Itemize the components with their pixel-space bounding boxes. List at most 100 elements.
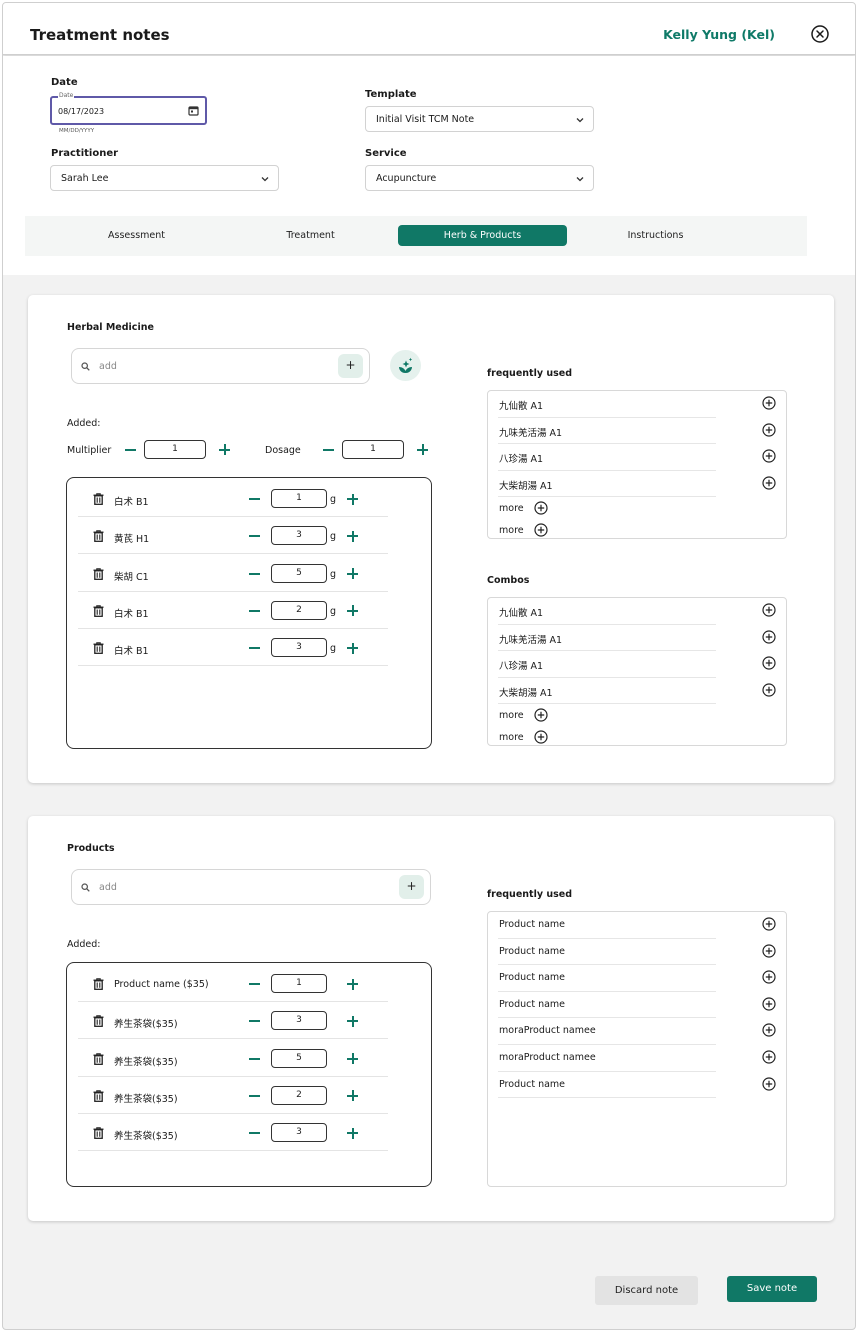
add-circle-icon[interactable] <box>762 476 776 490</box>
qty-input[interactable]: 2 <box>271 1085 327 1105</box>
trash-icon[interactable] <box>93 1090 104 1102</box>
qty-input[interactable]: 1 <box>271 489 327 508</box>
suggestion-item[interactable]: Product name <box>498 939 776 966</box>
tab-instructions[interactable]: Instructions <box>571 225 740 246</box>
trash-icon[interactable] <box>93 530 104 543</box>
add-circle-icon[interactable] <box>762 656 776 670</box>
decrease-qty-button[interactable] <box>249 1132 260 1135</box>
decrease-qty-button[interactable] <box>249 647 260 650</box>
suggestion-item[interactable]: Product name <box>498 912 776 939</box>
close-icon[interactable] <box>811 25 829 43</box>
add-circle-icon[interactable] <box>762 1076 776 1091</box>
dosage-increase-button[interactable] <box>417 444 428 455</box>
add-product-button[interactable]: + <box>399 875 424 899</box>
decrease-qty-button[interactable] <box>249 1020 260 1023</box>
calendar-icon[interactable] <box>188 105 199 116</box>
patient-name-link[interactable]: Kelly Yung (Kel) <box>663 27 775 42</box>
trash-icon[interactable] <box>93 1127 104 1140</box>
qty-input[interactable]: 3 <box>271 526 327 546</box>
item-name: 白术 B1 <box>114 608 149 620</box>
increase-qty-button[interactable] <box>347 605 358 617</box>
trash-icon[interactable] <box>93 567 104 580</box>
decrease-qty-button[interactable] <box>249 1094 260 1097</box>
suggestion-item[interactable]: Product name <box>498 965 776 992</box>
dosage-decrease-button[interactable] <box>323 449 334 451</box>
multiplier-input[interactable]: 1 <box>144 440 206 459</box>
add-circle-icon[interactable] <box>762 1023 776 1037</box>
suggestion-item[interactable]: 九味羌活湯 A1 <box>498 625 776 652</box>
increase-qty-button[interactable] <box>347 568 358 580</box>
add-circle-icon[interactable] <box>762 629 776 644</box>
tab-assessment[interactable]: Assessment <box>52 225 221 246</box>
increase-qty-button[interactable] <box>347 1053 358 1065</box>
tab-herb-products[interactable]: Herb & Products <box>398 225 567 246</box>
suggestion-item[interactable]: Product name <box>498 992 776 1019</box>
decrease-qty-button[interactable] <box>249 1057 260 1060</box>
qty-input[interactable]: 3 <box>271 1123 327 1143</box>
trash-icon[interactable] <box>93 978 104 990</box>
ai-suggest-button[interactable] <box>390 350 421 381</box>
increase-qty-button[interactable] <box>347 1015 358 1027</box>
qty-input[interactable]: 1 <box>271 974 327 993</box>
add-circle-icon[interactable] <box>762 1050 776 1064</box>
qty-input[interactable]: 3 <box>271 638 327 658</box>
increase-qty-button[interactable] <box>347 530 358 542</box>
increase-qty-button[interactable] <box>347 1090 358 1102</box>
qty-input[interactable]: 2 <box>271 600 327 620</box>
trash-icon[interactable] <box>93 605 104 617</box>
practitioner-select[interactable]: Sarah Lee <box>50 165 279 191</box>
increase-qty-button[interactable] <box>347 493 358 505</box>
suggestion-item[interactable]: Product name <box>498 1072 776 1099</box>
decrease-qty-button[interactable] <box>249 572 260 575</box>
date-field[interactable]: Date 08/17/2023 <box>50 92 207 125</box>
qty-input[interactable]: 5 <box>271 563 327 583</box>
add-circle-icon[interactable] <box>762 943 776 958</box>
add-circle-icon[interactable] <box>534 730 548 744</box>
dosage-input[interactable]: 1 <box>342 440 404 459</box>
increase-qty-button[interactable] <box>347 978 358 990</box>
add-circle-icon[interactable] <box>762 422 776 437</box>
decrease-qty-button[interactable] <box>249 609 260 612</box>
multiplier-increase-button[interactable] <box>219 444 230 455</box>
suggestion-item[interactable]: 九仙散 A1 <box>498 598 776 625</box>
add-circle-icon[interactable] <box>762 396 776 410</box>
add-circle-icon[interactable] <box>762 917 776 931</box>
add-circle-icon[interactable] <box>762 970 776 984</box>
suggestion-item[interactable]: 九仙散 A1 <box>498 391 776 418</box>
qty-input[interactable]: 3 <box>271 1011 327 1031</box>
add-circle-icon[interactable] <box>762 603 776 617</box>
suggestion-item[interactable]: moraProduct namee <box>498 1018 776 1045</box>
add-herb-button[interactable]: + <box>338 354 363 378</box>
suggestion-item[interactable]: 八珍湯 A1 <box>498 444 776 471</box>
trash-icon[interactable] <box>93 1052 104 1065</box>
add-circle-icon[interactable] <box>534 501 548 515</box>
decrease-qty-button[interactable] <box>249 498 260 500</box>
trash-icon[interactable] <box>93 642 104 655</box>
qty-input[interactable]: 5 <box>271 1048 327 1068</box>
add-circle-icon[interactable] <box>534 523 548 537</box>
multiplier-decrease-button[interactable] <box>125 449 136 451</box>
herb-search-input[interactable]: add + <box>71 348 370 384</box>
suggestion-item[interactable]: 八珍湯 A1 <box>498 651 776 678</box>
trash-icon[interactable] <box>93 493 104 505</box>
save-note-button[interactable]: Save note <box>727 1276 817 1302</box>
add-circle-icon[interactable] <box>534 708 548 722</box>
suggestion-item[interactable]: 大柴胡湯 A1 <box>498 678 776 705</box>
template-select[interactable]: Initial Visit TCM Note <box>365 106 594 132</box>
product-search-input[interactable]: add + <box>71 869 431 905</box>
add-circle-icon[interactable] <box>762 683 776 697</box>
suggestion-item[interactable]: moraProduct namee <box>498 1045 776 1072</box>
add-circle-icon[interactable] <box>762 997 776 1011</box>
service-select[interactable]: Acupuncture <box>365 165 594 191</box>
suggestion-item[interactable]: 九味羌活湯 A1 <box>498 418 776 445</box>
suggestion-name: moraProduct namee <box>499 1052 596 1063</box>
tab-treatment[interactable]: Treatment <box>226 225 395 246</box>
discard-note-button[interactable]: Discard note <box>595 1276 698 1305</box>
increase-qty-button[interactable] <box>347 642 358 654</box>
decrease-qty-button[interactable] <box>249 983 260 985</box>
suggestion-item[interactable]: 大柴胡湯 A1 <box>498 471 776 498</box>
trash-icon[interactable] <box>93 1015 104 1028</box>
add-circle-icon[interactable] <box>762 449 776 463</box>
increase-qty-button[interactable] <box>347 1127 358 1139</box>
decrease-qty-button[interactable] <box>249 535 260 538</box>
